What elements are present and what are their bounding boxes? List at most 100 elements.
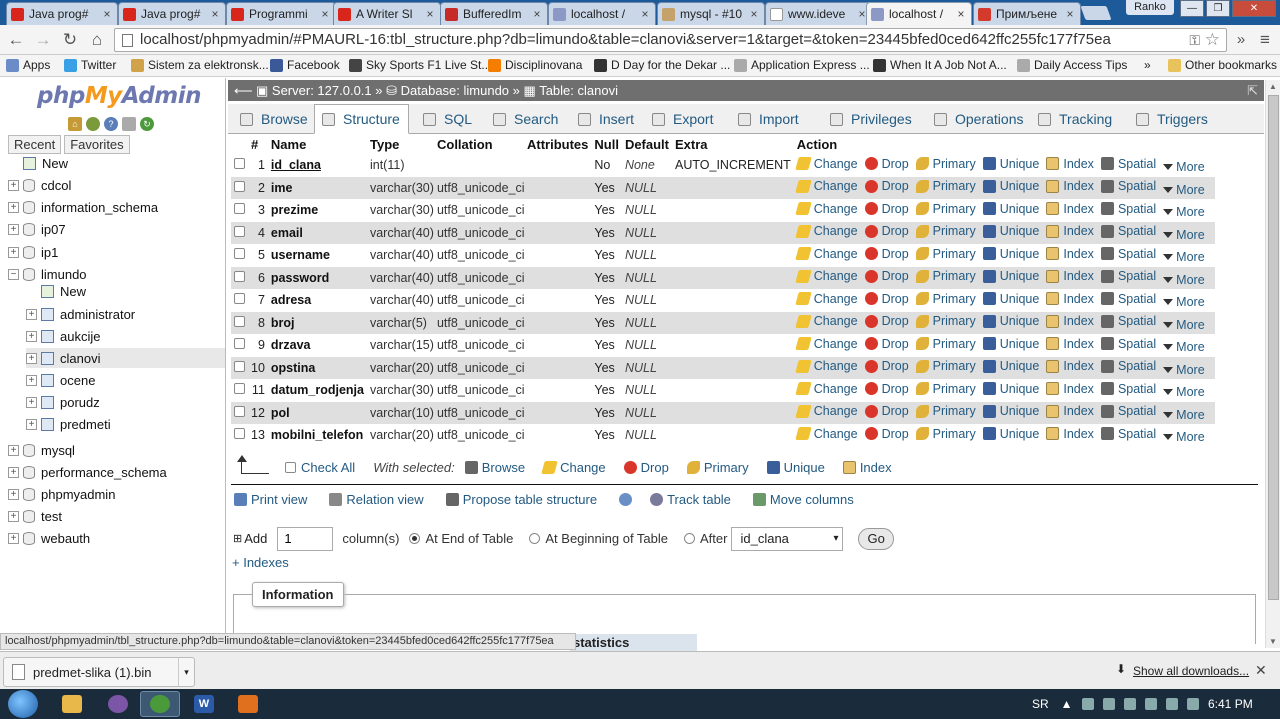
row-checkbox[interactable] [234,203,245,215]
tree-table-item[interactable]: + aukcije [26,326,100,346]
unique-action[interactable]: Unique [982,314,1039,328]
index-action[interactable]: Index [1046,292,1094,306]
browser-tab[interactable]: www.ideve × [765,2,873,25]
spatial-action[interactable]: Spatial [1100,224,1156,238]
after-column-select[interactable]: id_clana [731,526,844,551]
language-indicator[interactable]: SR [1032,697,1049,711]
battery-icon[interactable] [1144,698,1157,710]
more-action[interactable]: More [1163,318,1205,332]
row-checkbox[interactable] [234,293,245,305]
collapse-nav-icon[interactable]: ⟵ [234,80,253,101]
close-icon[interactable]: ✕ [1255,662,1267,679]
browser-tab[interactable]: localhost / × [866,2,972,25]
tree-database-item[interactable]: + cdcol [8,175,71,195]
back-icon[interactable]: ← [5,29,27,51]
close-tab-icon[interactable]: × [955,7,967,21]
row-checkbox[interactable] [234,180,245,192]
spatial-action[interactable]: Spatial [1100,359,1156,373]
tab-operations[interactable]: Operations [927,104,1031,134]
key-icon[interactable]: ⚿ [1189,29,1200,51]
security-icon[interactable] [1102,698,1115,710]
explorer-taskbar-icon[interactable] [52,691,92,717]
tab-browse[interactable]: Browse [233,104,311,134]
tree-table-item[interactable]: + clanovi [26,348,225,368]
tab-import[interactable]: Import [731,104,819,134]
spatial-action[interactable]: Spatial [1100,157,1156,171]
move-columns-link[interactable]: Move columns [752,492,854,507]
index-action[interactable]: Index [1046,404,1094,418]
tree-database-item[interactable]: + test [8,506,62,526]
signal-icon[interactable] [1165,698,1178,710]
tree-database-item[interactable]: + performance_schema [8,462,167,482]
more-action[interactable]: More [1163,430,1205,444]
more-action[interactable]: More [1163,160,1205,174]
change-action[interactable]: Change [795,382,858,396]
unique-action[interactable]: Unique [982,404,1039,418]
unique-action[interactable]: Unique [982,427,1039,441]
drop-action[interactable]: Drop [864,224,909,238]
tab-tracking[interactable]: Tracking [1031,104,1127,134]
propose-structure-link[interactable]: Propose table structure [445,492,597,507]
tab-privileges[interactable]: Privileges [823,104,925,134]
primary-action[interactable]: Primary [915,359,976,373]
favorites-tab[interactable]: Favorites [64,135,130,154]
change-action[interactable]: Change [795,359,858,373]
browser-tab[interactable]: BufferedIm × [440,2,548,25]
track-table-link[interactable]: Track table [650,492,731,507]
check-all-link[interactable]: Check All [301,460,355,475]
drop-action[interactable]: Drop [864,314,909,328]
word-taskbar-icon[interactable]: W [184,691,224,717]
bookmarks-overflow[interactable]: » [1144,58,1151,72]
address-bar[interactable]: localhost/phpmyadmin/#PMAURL-16:tbl_stru… [114,28,1227,52]
maximize-icon[interactable]: ❐ [1206,0,1230,17]
tab-triggers[interactable]: Triggers [1129,104,1225,134]
indexes-toggle[interactable]: + Indexes [232,555,289,570]
browser-tab[interactable]: mysql - #10 × [657,2,765,25]
bulk-index-button[interactable]: Index [842,460,892,475]
unique-action[interactable]: Unique [982,179,1039,193]
index-action[interactable]: Index [1046,382,1094,396]
breadcrumb-server[interactable]: Server: 127.0.0.1 [272,83,372,98]
tree-database-item[interactable]: + mysql [8,440,75,460]
expand-icon[interactable]: + [8,532,19,544]
bookmark-item[interactable]: Sistem za elektronsk... [131,58,269,72]
primary-action[interactable]: Primary [915,382,976,396]
spatial-action[interactable]: Spatial [1100,427,1156,441]
more-action[interactable]: More [1163,295,1205,309]
home-icon[interactable]: ⌂ [86,29,108,51]
bookmark-item[interactable]: Disciplinovana [488,58,582,72]
browser-tab[interactable]: Java prog# × [118,2,226,25]
minimize-icon[interactable]: — [1180,0,1204,17]
change-action[interactable]: Change [795,337,858,351]
index-action[interactable]: Index [1046,427,1094,441]
spatial-action[interactable]: Spatial [1100,404,1156,418]
spatial-action[interactable]: Spatial [1100,269,1156,283]
primary-action[interactable]: Primary [915,157,976,171]
index-action[interactable]: Index [1046,337,1094,351]
drop-action[interactable]: Drop [864,179,909,193]
index-action[interactable]: Index [1046,157,1094,171]
relation-view-link[interactable]: Relation view [329,492,424,507]
viber-taskbar-icon[interactable] [98,691,138,717]
index-action[interactable]: Index [1046,314,1094,328]
fullscreen-icon[interactable]: ⇱ [1247,80,1258,101]
more-action[interactable]: More [1163,250,1205,264]
logout-icon[interactable] [86,117,100,131]
more-action[interactable]: More [1163,408,1205,422]
index-action[interactable]: Index [1046,224,1094,238]
more-action[interactable]: More [1163,228,1205,242]
scroll-thumb[interactable] [1268,95,1279,600]
print-view-link[interactable]: Print view [234,492,307,507]
expand-icon[interactable]: + [8,201,19,213]
bookmark-item[interactable]: Facebook [270,58,340,72]
row-checkbox[interactable] [234,360,245,372]
drop-action[interactable]: Drop [864,202,909,216]
recent-tab[interactable]: Recent [8,135,62,154]
expand-icon[interactable]: + [26,308,37,320]
breadcrumb-database[interactable]: Database: limundo [401,83,509,98]
tree-table-item[interactable]: + ocene [26,370,95,390]
row-checkbox[interactable] [234,405,245,417]
column-name[interactable]: id_clana [267,154,367,177]
expand-icon[interactable]: + [26,396,37,408]
bookmark-item[interactable]: Apps [6,58,50,72]
